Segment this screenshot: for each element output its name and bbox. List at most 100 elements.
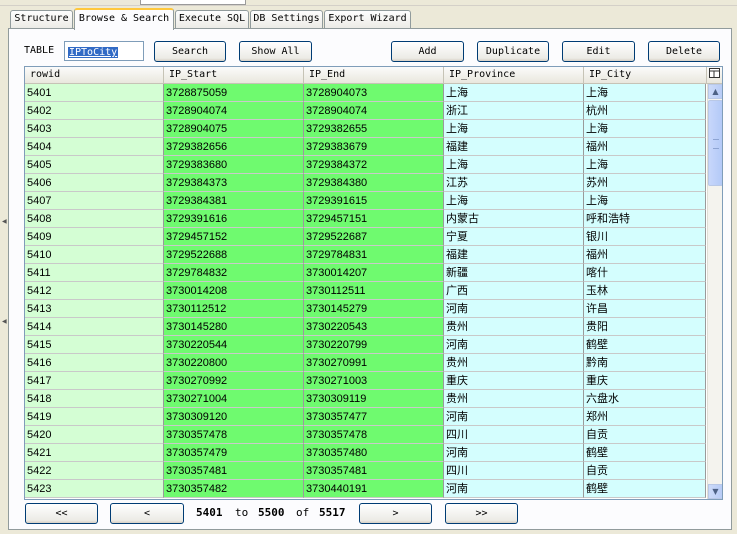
data-grid[interactable]: rowid IP_Start IP_End IP_Province IP_Cit… — [24, 66, 723, 500]
cell-rowid[interactable]: 5418 — [25, 390, 164, 408]
cell-ip-city[interactable]: 自贡 — [584, 462, 706, 480]
cell-ip-city[interactable]: 上海 — [584, 120, 706, 138]
cell-rowid[interactable]: 5410 — [25, 246, 164, 264]
cell-ip-province[interactable]: 河南 — [444, 300, 584, 318]
cell-ip-end[interactable]: 3730357478 — [304, 426, 444, 444]
cell-ip-city[interactable]: 黔南 — [584, 354, 706, 372]
table-row[interactable]: 5418 3730271004 3730309119 贵州 六盘水 — [25, 390, 706, 408]
table-row[interactable]: 5401 3728875059 3728904073 上海 上海 — [25, 84, 706, 102]
table-row[interactable]: 5419 3730309120 3730357477 河南 郑州 — [25, 408, 706, 426]
cell-ip-end[interactable]: 3730220543 — [304, 318, 444, 336]
edit-button[interactable]: Edit — [562, 41, 635, 62]
cell-rowid[interactable]: 5404 — [25, 138, 164, 156]
cell-ip-start[interactable]: 3730357479 — [164, 444, 304, 462]
cell-rowid[interactable]: 5419 — [25, 408, 164, 426]
cell-ip-start[interactable]: 3730271004 — [164, 390, 304, 408]
cell-ip-province[interactable]: 贵州 — [444, 318, 584, 336]
table-row[interactable]: 5422 3730357481 3730357481 四川 自贡 — [25, 462, 706, 480]
cell-ip-province[interactable]: 河南 — [444, 480, 584, 498]
table-row[interactable]: 5417 3730270992 3730271003 重庆 重庆 — [25, 372, 706, 390]
cell-ip-end[interactable]: 3730112511 — [304, 282, 444, 300]
cell-ip-start[interactable]: 3730112512 — [164, 300, 304, 318]
cell-ip-city[interactable]: 鹤壁 — [584, 336, 706, 354]
table-row[interactable]: 5414 3730145280 3730220543 贵州 贵阳 — [25, 318, 706, 336]
cell-ip-end[interactable]: 3730270991 — [304, 354, 444, 372]
cell-rowid[interactable]: 5413 — [25, 300, 164, 318]
cell-ip-start[interactable]: 3730145280 — [164, 318, 304, 336]
delete-button[interactable]: Delete — [648, 41, 720, 62]
cell-ip-start[interactable]: 3729384381 — [164, 192, 304, 210]
cell-ip-start[interactable]: 3728904074 — [164, 102, 304, 120]
cell-ip-province[interactable]: 上海 — [444, 84, 584, 102]
cell-ip-start[interactable]: 3728875059 — [164, 84, 304, 102]
cell-ip-end[interactable]: 3729383679 — [304, 138, 444, 156]
cell-rowid[interactable]: 5402 — [25, 102, 164, 120]
cell-ip-province[interactable]: 上海 — [444, 156, 584, 174]
scrollbar-thumb[interactable] — [708, 100, 722, 186]
first-page-button[interactable]: << — [25, 503, 98, 524]
table-row[interactable]: 5413 3730112512 3730145279 河南 许昌 — [25, 300, 706, 318]
cell-ip-start[interactable]: 3730014208 — [164, 282, 304, 300]
cell-ip-end[interactable]: 3730309119 — [304, 390, 444, 408]
cell-ip-end[interactable]: 3730014207 — [304, 264, 444, 282]
cell-ip-end[interactable]: 3728904074 — [304, 102, 444, 120]
cell-ip-end[interactable]: 3730357480 — [304, 444, 444, 462]
table-row[interactable]: 5416 3730220800 3730270991 贵州 黔南 — [25, 354, 706, 372]
cell-ip-start[interactable]: 3729522688 — [164, 246, 304, 264]
cell-rowid[interactable]: 5403 — [25, 120, 164, 138]
table-row[interactable]: 5421 3730357479 3730357480 河南 鹤壁 — [25, 444, 706, 462]
cell-rowid[interactable]: 5415 — [25, 336, 164, 354]
cell-ip-city[interactable]: 苏州 — [584, 174, 706, 192]
cell-rowid[interactable]: 5405 — [25, 156, 164, 174]
cell-ip-end[interactable]: 3729784831 — [304, 246, 444, 264]
table-row[interactable]: 5423 3730357482 3730440191 河南 鹤壁 — [25, 480, 706, 498]
table-row[interactable]: 5420 3730357478 3730357478 四川 自贡 — [25, 426, 706, 444]
cell-ip-province[interactable]: 上海 — [444, 192, 584, 210]
cell-ip-start[interactable]: 3729784832 — [164, 264, 304, 282]
column-header-ip-city[interactable]: IP_City — [584, 67, 707, 83]
cell-ip-city[interactable]: 玉林 — [584, 282, 706, 300]
cell-ip-city[interactable]: 杭州 — [584, 102, 706, 120]
cell-ip-start[interactable]: 3728904075 — [164, 120, 304, 138]
cell-rowid[interactable]: 5417 — [25, 372, 164, 390]
cell-ip-province[interactable]: 上海 — [444, 120, 584, 138]
cell-ip-province[interactable]: 福建 — [444, 138, 584, 156]
column-header-ip-province[interactable]: IP_Province — [444, 67, 584, 83]
cell-ip-end[interactable]: 3729391615 — [304, 192, 444, 210]
cell-ip-start[interactable]: 3730270992 — [164, 372, 304, 390]
cell-ip-province[interactable]: 宁夏 — [444, 228, 584, 246]
cell-ip-city[interactable]: 福州 — [584, 138, 706, 156]
cell-ip-province[interactable]: 贵州 — [444, 354, 584, 372]
cell-ip-city[interactable]: 福州 — [584, 246, 706, 264]
cell-ip-start[interactable]: 3729391616 — [164, 210, 304, 228]
cell-ip-province[interactable]: 贵州 — [444, 390, 584, 408]
last-page-button[interactable]: >> — [445, 503, 518, 524]
cell-ip-city[interactable]: 郑州 — [584, 408, 706, 426]
cell-ip-end[interactable]: 3730220799 — [304, 336, 444, 354]
cell-rowid[interactable]: 5409 — [25, 228, 164, 246]
cell-ip-start[interactable]: 3729383680 — [164, 156, 304, 174]
cell-ip-city[interactable]: 自贡 — [584, 426, 706, 444]
cell-ip-province[interactable]: 内蒙古 — [444, 210, 584, 228]
cell-ip-city[interactable]: 重庆 — [584, 372, 706, 390]
cell-ip-end[interactable]: 3729522687 — [304, 228, 444, 246]
cell-ip-end[interactable]: 3729457151 — [304, 210, 444, 228]
cell-ip-start[interactable]: 3729384373 — [164, 174, 304, 192]
cell-ip-end[interactable]: 3729384380 — [304, 174, 444, 192]
add-button[interactable]: Add — [391, 41, 464, 62]
cell-rowid[interactable]: 5406 — [25, 174, 164, 192]
cell-ip-province[interactable]: 江苏 — [444, 174, 584, 192]
cell-rowid[interactable]: 5421 — [25, 444, 164, 462]
table-row[interactable]: 5404 3729382656 3729383679 福建 福州 — [25, 138, 706, 156]
cell-ip-start[interactable]: 3730357478 — [164, 426, 304, 444]
vertical-scrollbar[interactable]: ▲ ▼ — [707, 84, 722, 499]
cell-rowid[interactable]: 5412 — [25, 282, 164, 300]
splitter-left-arrow-icon[interactable]: ◀ — [2, 318, 7, 325]
cell-ip-start[interactable]: 3730357481 — [164, 462, 304, 480]
column-header-ip-start[interactable]: IP_Start — [164, 67, 304, 83]
table-row[interactable]: 5402 3728904074 3728904074 浙江 杭州 — [25, 102, 706, 120]
table-row[interactable]: 5407 3729384381 3729391615 上海 上海 — [25, 192, 706, 210]
cell-ip-province[interactable]: 四川 — [444, 426, 584, 444]
cell-ip-end[interactable]: 3728904073 — [304, 84, 444, 102]
cell-rowid[interactable]: 5420 — [25, 426, 164, 444]
